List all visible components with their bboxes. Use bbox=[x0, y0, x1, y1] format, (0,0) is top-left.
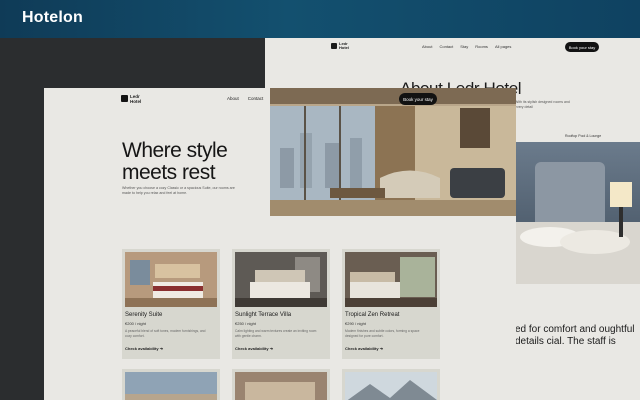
room-card[interactable] bbox=[342, 369, 440, 400]
nav-link-about[interactable]: About bbox=[227, 96, 239, 101]
nav-link-stay[interactable]: Stay bbox=[460, 44, 468, 49]
logo-icon bbox=[121, 95, 128, 102]
room-image bbox=[125, 372, 217, 400]
room-description: Modern finishes and subtle colors, formi… bbox=[345, 329, 420, 338]
hero-image bbox=[270, 88, 516, 216]
nav-link-contact[interactable]: Contact bbox=[439, 44, 453, 49]
room-card[interactable] bbox=[232, 369, 330, 400]
room-image bbox=[345, 372, 437, 400]
room-cards-row-2 bbox=[122, 369, 440, 400]
room-description: Calm lighting and warm textures create a… bbox=[235, 329, 317, 338]
back-nav-links: About Contact Stay Rooms All pages bbox=[422, 44, 511, 49]
arrow-right-icon: ➔ bbox=[379, 346, 384, 351]
check-availability-link[interactable]: Check availability ➔ bbox=[235, 346, 273, 351]
logo-icon bbox=[331, 43, 337, 49]
book-stay-button[interactable]: Book your stay bbox=[565, 42, 599, 52]
room-image bbox=[235, 252, 327, 307]
about-paragraph: With its stylish designed rooms and ever… bbox=[515, 100, 570, 109]
room-price: €250 / night bbox=[235, 321, 256, 326]
room-image bbox=[345, 252, 437, 307]
room-image bbox=[235, 372, 327, 400]
arrow-right-icon: ➔ bbox=[159, 346, 164, 351]
bedroom-image bbox=[515, 142, 640, 284]
check-availability-link[interactable]: Check availability ➔ bbox=[125, 346, 163, 351]
room-price: €290 / night bbox=[345, 321, 366, 326]
logo-text: Ledr Hotel bbox=[339, 41, 349, 50]
nav-link-rooms[interactable]: Rooms bbox=[475, 44, 488, 49]
review-quote: ed for comfort and oughtful details cial… bbox=[515, 324, 635, 347]
nav-link-about[interactable]: About bbox=[422, 44, 432, 49]
logo-text: Ledr Hotel bbox=[130, 94, 142, 104]
arrow-right-icon: ➔ bbox=[269, 346, 274, 351]
room-card[interactable]: Sunlight Terrace Villa €250 / night Calm… bbox=[232, 249, 330, 359]
brand-bar: Hotelon bbox=[0, 0, 640, 38]
front-page-preview: Ledr Hotel About Contact Stay Rooms All … bbox=[44, 88, 516, 400]
back-nav: Ledr Hotel About Contact Stay Rooms All … bbox=[265, 38, 640, 56]
hero-subtext: Whether you choose a cozy Classic or a s… bbox=[122, 186, 235, 195]
room-image bbox=[125, 252, 217, 307]
room-price: €200 / night bbox=[125, 321, 146, 326]
room-title: Serenity Suite bbox=[125, 312, 163, 318]
room-card[interactable]: Serenity Suite €200 / night A peaceful b… bbox=[122, 249, 220, 359]
brand-title: Hotelon bbox=[22, 9, 83, 26]
room-title: Tropical Zen Retreat bbox=[345, 312, 400, 318]
room-card[interactable]: Tropical Zen Retreat €290 / night Modern… bbox=[342, 249, 440, 359]
nav-link-all-pages[interactable]: All pages bbox=[495, 44, 511, 49]
room-title: Sunlight Terrace Villa bbox=[235, 312, 292, 318]
room-card[interactable] bbox=[122, 369, 220, 400]
book-stay-button[interactable]: Book your stay bbox=[399, 93, 437, 105]
room-description: A peaceful blend of soft tones, modern f… bbox=[125, 329, 206, 338]
nav-link-contact[interactable]: Contact bbox=[248, 96, 264, 101]
rooftop-label: Rooftop Pool & Lounge bbox=[565, 134, 602, 138]
check-availability-link[interactable]: Check availability ➔ bbox=[345, 346, 383, 351]
room-cards: Serenity Suite €200 / night A peaceful b… bbox=[122, 249, 440, 359]
hero-heading: Where style meets rest bbox=[122, 139, 228, 184]
